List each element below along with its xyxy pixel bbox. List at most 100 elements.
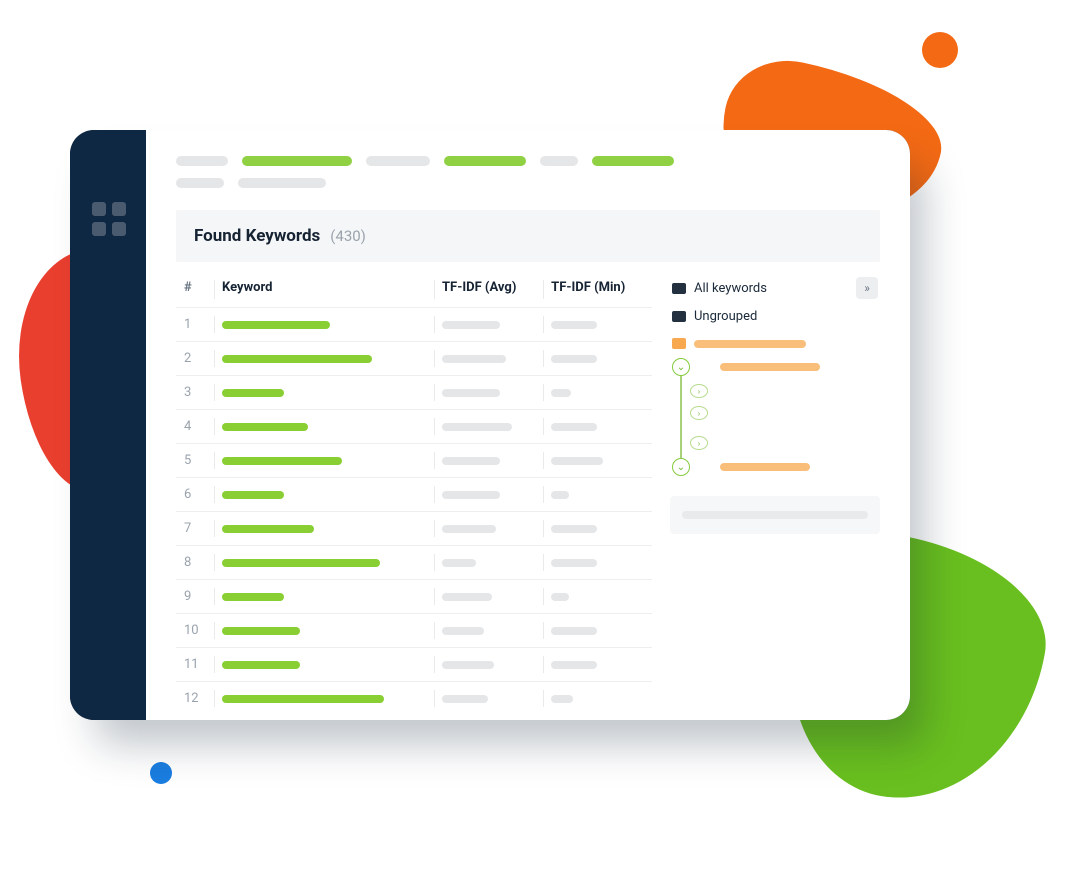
table-row[interactable]: 5 — [176, 444, 652, 478]
chevron-right-icon[interactable]: › — [690, 406, 708, 420]
table-row[interactable]: 3 — [176, 376, 652, 410]
groups-panel: All keywords » Ungrouped ⌄›››⌄ — [670, 272, 880, 715]
cell-keyword — [214, 444, 434, 478]
crumb-segment[interactable] — [242, 156, 352, 166]
group-item[interactable] — [672, 333, 880, 354]
cell-keyword — [214, 580, 434, 614]
crumb-segment[interactable] — [176, 178, 224, 188]
cell-tfidf-avg — [434, 546, 543, 580]
crumb-segment[interactable] — [444, 156, 526, 166]
row-index: 12 — [176, 682, 214, 716]
row-index: 8 — [176, 546, 214, 580]
table-row[interactable]: 11 — [176, 648, 652, 682]
table-row[interactable]: 6 — [176, 478, 652, 512]
placeholder-bar — [682, 511, 868, 519]
groups-footer-input[interactable] — [670, 496, 880, 534]
group-item[interactable]: ⌄ — [672, 454, 880, 480]
sidebar — [70, 130, 146, 720]
folder-icon — [672, 338, 686, 349]
row-index: 4 — [176, 410, 214, 444]
row-index: 1 — [176, 308, 214, 342]
chevron-down-icon[interactable]: ⌄ — [672, 358, 690, 376]
cell-tfidf-min — [543, 682, 652, 716]
app-frame: Found Keywords (430) # Keyword TF-IDF (A… — [70, 130, 910, 720]
cell-tfidf-min — [543, 410, 652, 444]
crumb-segment[interactable] — [238, 178, 326, 188]
keywords-table: # Keyword TF-IDF (Avg) TF-IDF (Min) 1234… — [176, 272, 652, 715]
cell-tfidf-avg — [434, 478, 543, 512]
cell-tfidf-avg — [434, 410, 543, 444]
breadcrumb — [176, 156, 880, 188]
col-index[interactable]: # — [176, 272, 214, 308]
cell-tfidf-min — [543, 376, 652, 410]
cell-tfidf-avg — [434, 308, 543, 342]
cell-tfidf-avg — [434, 342, 543, 376]
section-count: (430) — [330, 227, 366, 245]
row-index: 9 — [176, 580, 214, 614]
table-row[interactable]: 9 — [176, 580, 652, 614]
table-row[interactable]: 2 — [176, 342, 652, 376]
decor-dot-orange — [922, 32, 958, 68]
table-row[interactable]: 12 — [176, 682, 652, 716]
group-subitem[interactable]: › — [690, 432, 880, 454]
row-index: 10 — [176, 614, 214, 648]
folder-icon — [672, 283, 686, 294]
cell-tfidf-min — [543, 546, 652, 580]
row-index: 3 — [176, 376, 214, 410]
collapse-panel-icon[interactable]: » — [856, 277, 878, 299]
group-subitem[interactable] — [690, 424, 880, 432]
main-panel: Found Keywords (430) # Keyword TF-IDF (A… — [146, 130, 910, 720]
section-header: Found Keywords (430) — [176, 210, 880, 262]
group-ungrouped[interactable]: Ungrouped — [670, 304, 880, 329]
section-title: Found Keywords — [194, 226, 320, 246]
row-index: 2 — [176, 342, 214, 376]
cell-tfidf-avg — [434, 444, 543, 478]
cell-tfidf-min — [543, 648, 652, 682]
crumb-segment[interactable] — [540, 156, 578, 166]
crumb-segment[interactable] — [592, 156, 674, 166]
table-row[interactable]: 4 — [176, 410, 652, 444]
group-label — [694, 340, 806, 348]
apps-grid-icon[interactable] — [92, 202, 126, 236]
table-row[interactable]: 1 — [176, 308, 652, 342]
chevron-down-icon[interactable]: ⌄ — [672, 458, 690, 476]
col-tfidf-min[interactable]: TF-IDF (Min) — [543, 272, 652, 308]
chevron-right-icon[interactable]: › — [690, 436, 708, 450]
row-index: 6 — [176, 478, 214, 512]
cell-tfidf-avg — [434, 682, 543, 716]
group-label — [720, 463, 810, 471]
cell-keyword — [214, 546, 434, 580]
cell-tfidf-avg — [434, 648, 543, 682]
crumb-segment[interactable] — [176, 156, 228, 166]
cell-tfidf-avg — [434, 580, 543, 614]
group-subitem[interactable]: › — [690, 380, 880, 402]
cell-tfidf-min — [543, 512, 652, 546]
cell-keyword — [214, 614, 434, 648]
cell-tfidf-avg — [434, 512, 543, 546]
cell-tfidf-min — [543, 342, 652, 376]
cell-tfidf-avg — [434, 614, 543, 648]
group-ungrouped-label: Ungrouped — [694, 309, 757, 324]
cell-keyword — [214, 648, 434, 682]
col-keyword[interactable]: Keyword — [214, 272, 434, 308]
chevron-right-icon[interactable]: › — [690, 384, 708, 398]
group-all-label: All keywords — [694, 281, 767, 296]
group-subitem[interactable]: › — [690, 402, 880, 424]
table-row[interactable]: 10 — [176, 614, 652, 648]
table-row[interactable]: 7 — [176, 512, 652, 546]
cell-keyword — [214, 478, 434, 512]
row-index: 7 — [176, 512, 214, 546]
cell-keyword — [214, 512, 434, 546]
col-tfidf-avg[interactable]: TF-IDF (Avg) — [434, 272, 543, 308]
cell-tfidf-min — [543, 478, 652, 512]
group-all[interactable]: All keywords » — [670, 272, 880, 304]
group-label — [720, 363, 820, 371]
cell-keyword — [214, 376, 434, 410]
table-row[interactable]: 8 — [176, 546, 652, 580]
crumb-segment[interactable] — [366, 156, 430, 166]
cell-tfidf-min — [543, 444, 652, 478]
cell-tfidf-min — [543, 308, 652, 342]
row-index: 5 — [176, 444, 214, 478]
group-item[interactable]: ⌄ — [672, 354, 880, 380]
groups-tree: ⌄›››⌄ — [672, 333, 880, 480]
